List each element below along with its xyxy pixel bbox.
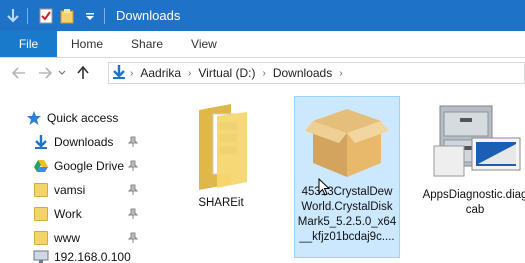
nav-item-label: vamsi [54,183,86,197]
chevron-right-icon[interactable]: › [127,68,136,79]
up-arrow-icon[interactable] [72,62,94,84]
folder-icon [33,230,49,246]
file-list: SHAREit 45313CrystalDewWorld.CrystalDisk… [158,96,525,263]
back-arrow-icon[interactable] [8,62,30,84]
recent-locations-chevron-icon[interactable] [56,62,68,84]
nav-item-label: Downloads [54,135,114,149]
separator [27,7,28,24]
nav-item-label: Quick access [47,111,119,125]
star-icon [26,110,42,126]
downloads-location-icon [111,64,127,83]
folder-icon [191,100,251,190]
file-item-shareit[interactable]: SHAREit [171,100,271,250]
pin-icon[interactable] [127,160,139,172]
package-box-icon [305,103,389,179]
properties-checkmark-icon[interactable] [37,7,55,25]
nav-item-quick-access[interactable]: Quick access [26,106,176,130]
nav-item-label: Work [54,207,82,221]
nav-item-label: 192.168.0.100 [54,250,131,263]
forward-arrow-icon[interactable] [34,62,56,84]
file-item-crystaldiskmark[interactable]: 45313CrystalDewWorld.CrystalDiskMark5_5.… [294,96,400,258]
tab-view[interactable]: View [177,31,231,57]
address-bar[interactable]: › Aadrika › Virtual (D:) › Downloads › [108,62,525,84]
breadcrumb-virtual-d[interactable]: Virtual (D:) [194,66,259,80]
separator [104,7,105,24]
tab-file[interactable]: File [0,31,57,57]
chevron-right-icon[interactable]: › [336,68,345,79]
pin-icon[interactable] [127,136,139,148]
customize-dropdown-icon[interactable] [81,7,99,25]
folder-icon [33,206,49,222]
file-item-appsdiagnostic[interactable]: AppsDiagnostic.diagcab [420,102,525,252]
file-name: AppsDiagnostic.diagcab [422,189,525,216]
window-title: Downloads [116,8,181,23]
down-arrow-icon[interactable] [4,7,22,25]
tab-home[interactable]: Home [57,31,117,57]
pin-icon[interactable] [127,208,139,220]
file-name: SHAREit [198,197,244,209]
ribbon-tabs: File Home Share View [0,31,525,58]
network-icon [33,250,49,263]
folder-icon [33,182,49,198]
file-name: 45313CrystalDewWorld.CrystalDiskMark5_5.… [297,186,397,243]
tab-share[interactable]: Share [117,31,177,57]
download-arrow-icon [33,134,49,150]
address-row: › Aadrika › Virtual (D:) › Downloads › [0,58,525,88]
pin-icon[interactable] [127,184,139,196]
file-cabinet-icon [428,102,522,182]
mouse-cursor-icon [318,177,331,196]
nav-item-label: Google Drive [54,159,125,173]
new-folder-icon[interactable] [59,7,77,25]
chevron-right-icon[interactable]: › [185,68,194,79]
pin-icon[interactable] [127,232,139,244]
navigation-pane: Quick access Downloads Google Drive vams… [0,96,150,263]
chevron-right-icon[interactable]: › [260,68,269,79]
breadcrumb-aadrika[interactable]: Aadrika [136,66,185,80]
title-bar: Downloads [0,0,525,31]
google-drive-icon [33,158,49,174]
breadcrumb-downloads[interactable]: Downloads [269,66,336,80]
nav-item-label: www [54,231,80,245]
